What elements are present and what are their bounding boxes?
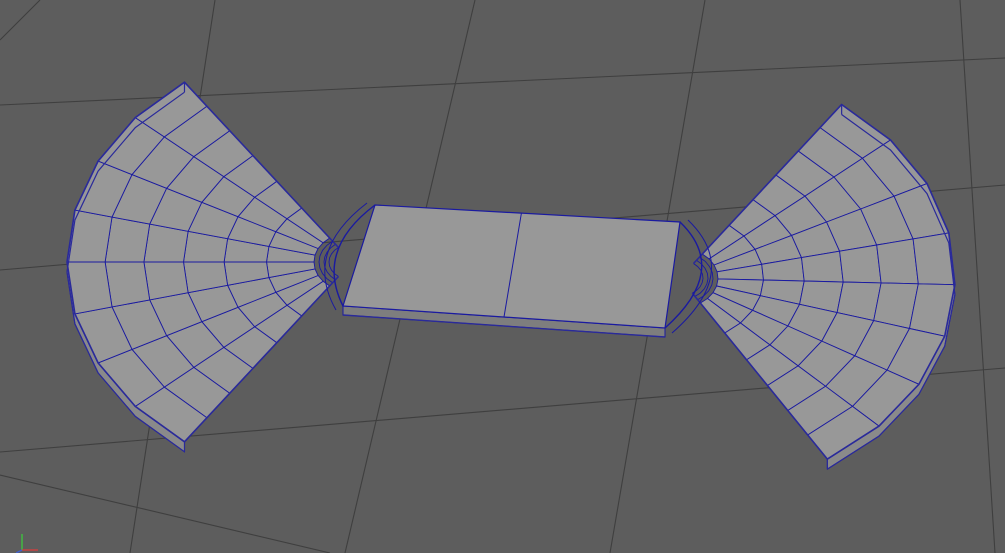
center-slab <box>324 202 712 338</box>
left-wing-face <box>143 261 189 301</box>
center-slab-top <box>342 204 681 329</box>
right-wing-face <box>839 244 882 284</box>
left-wing-face <box>104 261 151 308</box>
right-wing <box>691 103 956 471</box>
polygon-mesh[interactable] <box>66 81 956 471</box>
viewport-3d[interactable] <box>0 0 1005 553</box>
xyz-axis-icon <box>16 534 38 553</box>
grid-line <box>0 0 41 41</box>
grid-line <box>0 474 331 553</box>
scene-canvas[interactable] <box>0 0 1005 553</box>
grid-line <box>0 57 1005 106</box>
right-wing-face <box>912 232 956 286</box>
grid-line <box>959 0 996 553</box>
right-wing-face <box>876 238 919 285</box>
left-wing-face <box>104 216 151 263</box>
left-wing <box>66 81 340 453</box>
